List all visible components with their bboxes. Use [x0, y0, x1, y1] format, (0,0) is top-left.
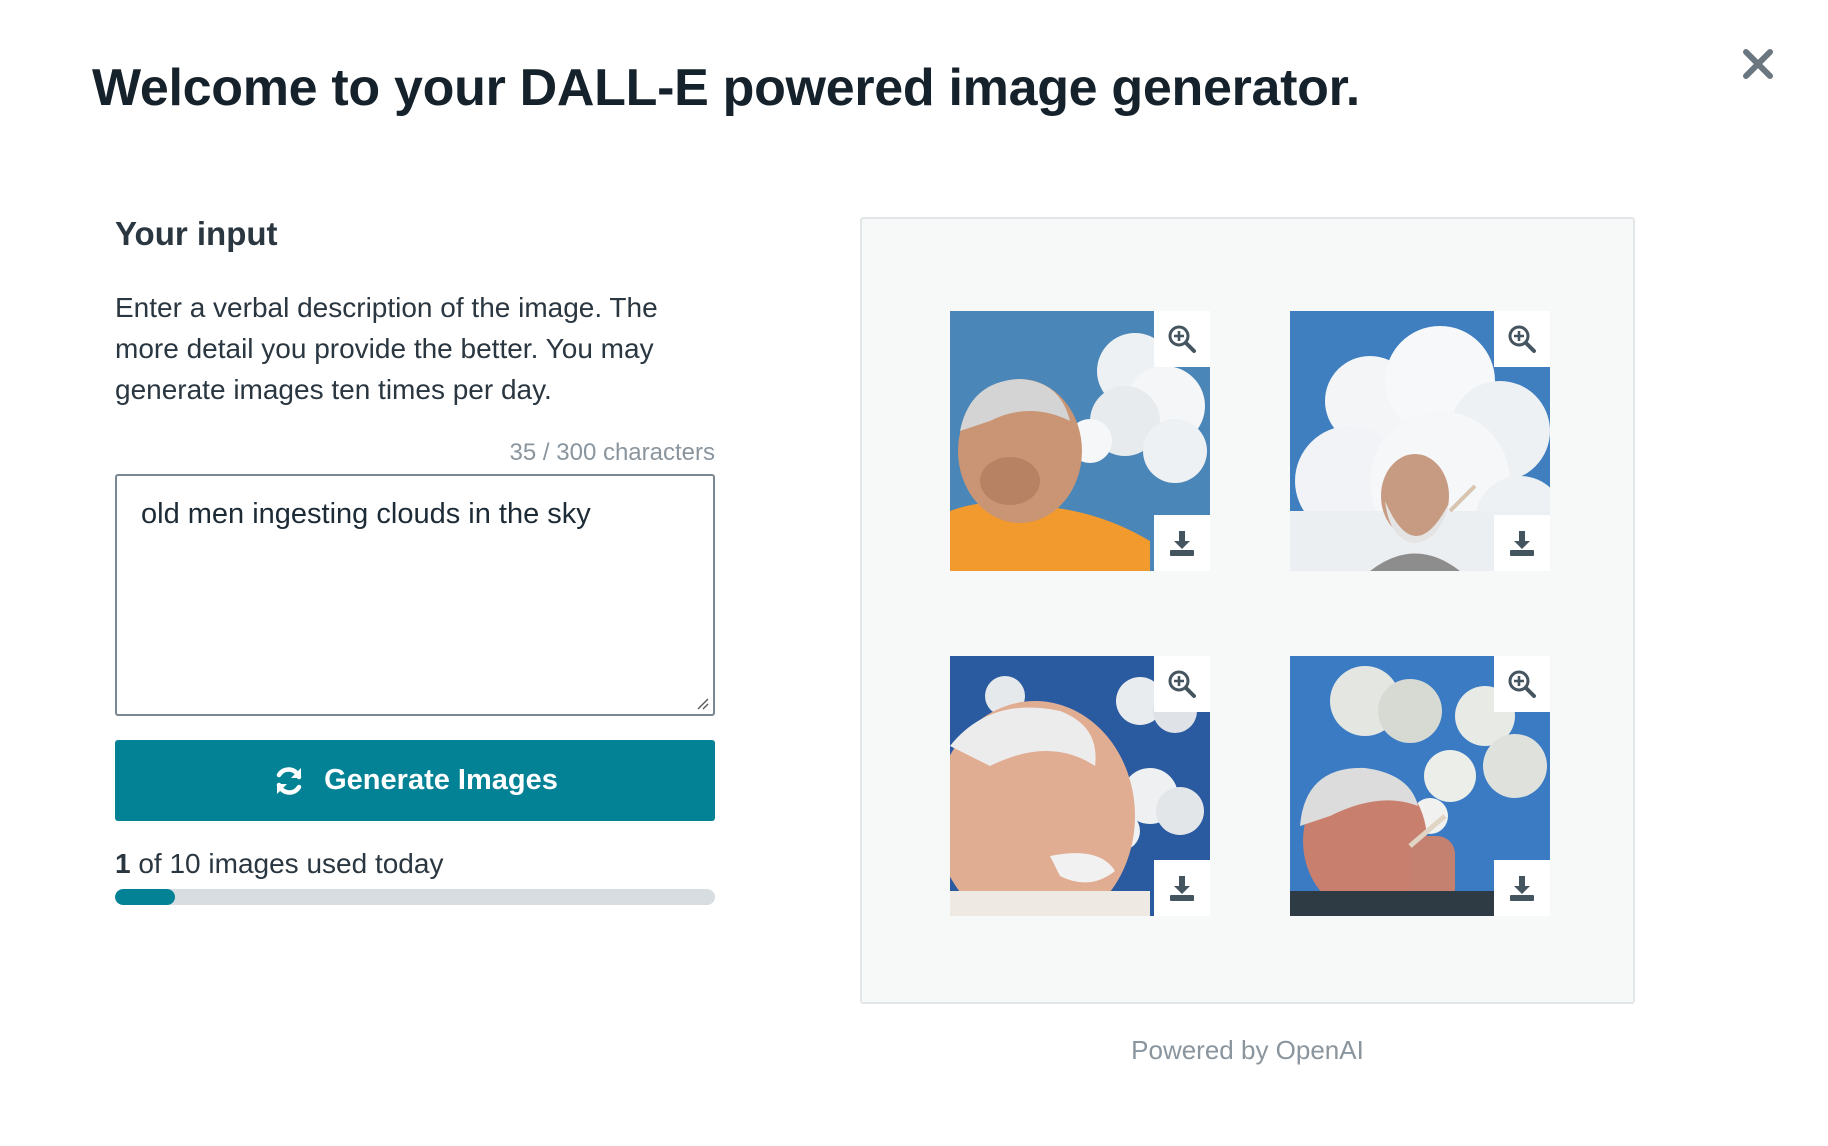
usage-progress-bar: [115, 889, 715, 905]
zoom-button[interactable]: [1494, 656, 1550, 712]
download-icon: [1170, 876, 1194, 901]
zoom-in-icon: [1508, 670, 1536, 698]
page-title: Welcome to your DALL-E powered image gen…: [92, 59, 1360, 117]
zoom-button[interactable]: [1154, 656, 1210, 712]
generate-button-label: Generate Images: [324, 764, 558, 796]
resize-handle-icon[interactable]: [695, 696, 709, 710]
instructions-text: Enter a verbal description of the image.…: [115, 292, 658, 405]
usage-text: 1 of 10 images used today: [115, 847, 715, 881]
section-heading: Your input: [115, 215, 278, 252]
download-icon: [1170, 531, 1194, 556]
character-counter: 35 / 300 characters: [509, 439, 715, 466]
download-button[interactable]: [1154, 860, 1210, 916]
download-button[interactable]: [1494, 515, 1550, 571]
prompt-textarea[interactable]: old men ingesting clouds in the sky: [115, 474, 715, 716]
usage-progress-fill: [115, 889, 175, 905]
powered-by-text: Powered by OpenAI: [1131, 1035, 1364, 1065]
generate-images-button[interactable]: Generate Images: [115, 740, 715, 821]
download-button[interactable]: [1494, 860, 1550, 916]
download-icon: [1510, 531, 1534, 556]
usage-suffix: of 10 images used today: [130, 848, 444, 879]
generated-image-1[interactable]: [950, 311, 1210, 571]
zoom-button[interactable]: [1494, 311, 1550, 367]
input-panel: Your input Enter a verbal description of…: [115, 215, 715, 905]
zoom-in-icon: [1168, 670, 1196, 698]
prompt-text: old men ingesting clouds in the sky: [141, 498, 591, 530]
close-icon: [1743, 49, 1773, 79]
download-icon: [1510, 876, 1534, 901]
generated-image-4[interactable]: [1290, 656, 1550, 916]
generated-image-3[interactable]: [950, 656, 1210, 916]
image-gallery: [860, 217, 1635, 1004]
download-button[interactable]: [1154, 515, 1210, 571]
zoom-in-icon: [1508, 325, 1536, 353]
close-button[interactable]: [1736, 42, 1780, 86]
refresh-icon: [276, 766, 302, 795]
generated-image-2[interactable]: [1290, 311, 1550, 571]
zoom-button[interactable]: [1154, 311, 1210, 367]
usage-count: 1: [115, 848, 131, 879]
zoom-in-icon: [1168, 325, 1196, 353]
